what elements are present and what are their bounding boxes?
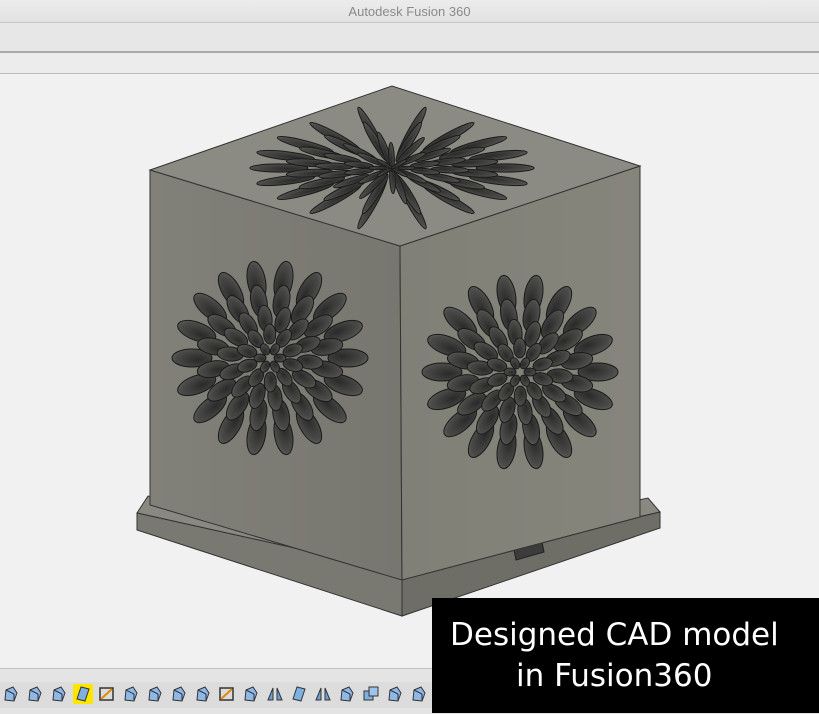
extrude-feature-icon[interactable] [25, 684, 45, 704]
extrude-feature-icon[interactable] [169, 684, 189, 704]
extrude-feature-icon[interactable] [337, 684, 357, 704]
overlay-caption: Designed CAD model in Fusion360 [432, 598, 819, 713]
caption-line-2: in Fusion360 [516, 658, 713, 694]
plane-feature-icon[interactable] [73, 684, 93, 704]
mirror-feature-icon[interactable] [265, 684, 285, 704]
window-title: Autodesk Fusion 360 [348, 4, 471, 19]
petal-cutout [368, 165, 387, 171]
petal-cutout [397, 165, 416, 171]
browser-bar [0, 53, 819, 74]
mirror-feature-icon[interactable] [313, 684, 333, 704]
cad-model-render[interactable] [0, 74, 819, 668]
extrude-feature-icon[interactable] [121, 684, 141, 704]
petal-cutout [503, 367, 517, 377]
plane-feature-icon[interactable] [289, 684, 309, 704]
extrude-feature-icon[interactable] [409, 684, 429, 704]
petal-cutout [263, 323, 277, 345]
canvas-viewport[interactable] [0, 74, 819, 668]
sketch-icon[interactable] [217, 684, 237, 704]
combine-feature-icon[interactable] [361, 684, 381, 704]
petal-cutout [523, 367, 537, 377]
extrude-feature-icon[interactable] [145, 684, 165, 704]
toolbar [0, 23, 819, 53]
window-titlebar: Autodesk Fusion 360 [0, 0, 819, 23]
sketch-icon[interactable] [97, 684, 117, 704]
petal-cutout [263, 371, 277, 393]
petal-cutout [273, 353, 287, 363]
extrude-feature-icon[interactable] [385, 684, 405, 704]
caption-line-1: Designed CAD model [450, 617, 779, 653]
extrude-feature-icon[interactable] [1, 684, 21, 704]
extrude-feature-icon[interactable] [49, 684, 69, 704]
petal-cutout [253, 353, 267, 363]
extrude-feature-icon[interactable] [241, 684, 261, 704]
petal-cutout [513, 337, 527, 359]
extrude-feature-icon[interactable] [193, 684, 213, 704]
petal-cutout [513, 385, 527, 407]
